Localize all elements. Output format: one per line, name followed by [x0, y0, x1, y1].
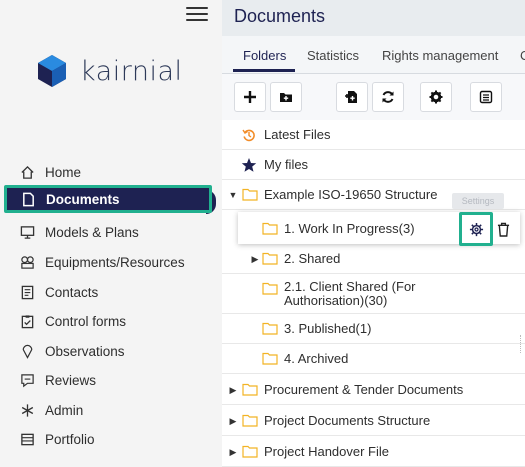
- sidebar-item-observations[interactable]: Observations: [0, 336, 222, 366]
- sidebar-item-label: Equipments/Resources: [45, 254, 185, 270]
- page-header: Documents: [222, 0, 525, 36]
- folder-icon: [262, 222, 278, 235]
- star-icon: [241, 157, 257, 172]
- tree-item-procurement[interactable]: ▶ Procurement & Tender Documents: [222, 375, 525, 405]
- folder-icon: [242, 414, 258, 427]
- sidebar-item-reviews[interactable]: Reviews: [0, 365, 222, 395]
- add-button[interactable]: [234, 82, 266, 112]
- tree-item-my-files[interactable]: My files: [222, 150, 525, 180]
- tab-more[interactable]: C: [520, 48, 525, 63]
- history-icon: [242, 129, 255, 141]
- sidebar-item-label: Observations: [45, 343, 125, 359]
- tree-item-latest-files[interactable]: Latest Files: [222, 120, 525, 150]
- folder-icon: [242, 445, 258, 458]
- page-title: Documents: [234, 6, 326, 26]
- clipboard-icon: [17, 311, 37, 331]
- tree-item-label: 3. Published(1): [284, 321, 372, 336]
- tree-item-client-shared[interactable]: 2.1. Client Shared (For Authorisation)(3…: [222, 274, 525, 314]
- tree-item-label: Project Handover File: [264, 444, 389, 459]
- tab-folders[interactable]: Folders: [243, 48, 286, 63]
- tree-item-label: 2. Shared: [284, 251, 341, 266]
- folder-settings-button[interactable]: [459, 212, 493, 246]
- tab-statistics[interactable]: Statistics: [307, 48, 359, 63]
- sidebar-item-equipments[interactable]: Equipments/Resources: [0, 247, 222, 277]
- document-icon: [18, 189, 38, 209]
- add-file-button[interactable]: [336, 82, 368, 112]
- folder-icon: [262, 322, 278, 335]
- folder-icon: [262, 252, 278, 265]
- tree-item-shared[interactable]: ▶ 2. Shared: [222, 244, 525, 274]
- sidebar-item-label: Portfolio: [45, 431, 95, 447]
- tree-item-label: 4. Archived: [284, 351, 349, 366]
- refresh-icon: [382, 91, 394, 103]
- pin-icon: [17, 341, 37, 361]
- caret-right-icon[interactable]: ▶: [228, 416, 238, 426]
- monitor-icon: [17, 222, 37, 242]
- sidebar-item-label: Home: [45, 164, 82, 180]
- caret-right-icon[interactable]: ▶: [228, 447, 238, 457]
- caret-right-icon[interactable]: ▶: [250, 254, 260, 264]
- gear-icon: [469, 222, 483, 236]
- tree-item-label: Project Documents Structure: [264, 413, 431, 428]
- tab-rights-management[interactable]: Rights management: [382, 48, 498, 63]
- sidebar-item-label: Reviews: [45, 372, 97, 388]
- add-file-icon: [345, 91, 357, 103]
- tree-item-label: Procurement & Tender Documents: [264, 382, 464, 397]
- settings-tooltip: Settings: [452, 193, 504, 209]
- caret-right-icon[interactable]: ▶: [228, 385, 238, 395]
- folder-icon: [262, 352, 278, 365]
- add-folder-button[interactable]: [270, 82, 302, 112]
- sidebar-item-label: Contacts: [45, 284, 99, 300]
- settings-button[interactable]: [420, 82, 452, 112]
- caret-down-icon[interactable]: ▼: [228, 190, 238, 200]
- sidebar-item-control-forms[interactable]: Control forms: [0, 306, 222, 336]
- sidebar-item-models-plans[interactable]: Models & Plans: [0, 217, 222, 247]
- sidebar-item-label: Admin: [45, 402, 84, 418]
- folder-icon: [242, 383, 258, 396]
- add-icon: [244, 91, 256, 103]
- refresh-button[interactable]: [372, 82, 404, 112]
- panel-resize-handle[interactable]: [520, 335, 523, 353]
- list-icon: [479, 90, 493, 104]
- asterisk-icon: [17, 400, 37, 420]
- add-folder-icon: [280, 93, 292, 102]
- sidebar-item-home[interactable]: Home: [0, 157, 222, 187]
- active-tab-indicator: [233, 69, 295, 72]
- tree-item-label: Example ISO-19650 Structure: [264, 187, 438, 202]
- settings-icon: [429, 90, 443, 104]
- list-view-button[interactable]: [470, 82, 502, 112]
- equipment-icon: [17, 252, 37, 272]
- sidebar-item-label: Documents: [46, 191, 120, 207]
- tree-item-published[interactable]: 3. Published(1): [222, 314, 525, 344]
- hamburger-menu-icon[interactable]: [186, 4, 208, 22]
- kairnial-logo-icon: [38, 55, 66, 87]
- delete-folder-button[interactable]: [494, 219, 512, 239]
- tree-item-project-handover[interactable]: ▶ Project Handover File: [222, 437, 525, 467]
- trash-icon: [497, 222, 509, 237]
- sidebar-item-label: Control forms: [45, 313, 127, 329]
- contacts-icon: [17, 282, 37, 302]
- sidebar-item-portfolio[interactable]: Portfolio: [0, 424, 222, 454]
- sidebar-item-documents[interactable]: Documents: [4, 185, 212, 213]
- tree-item-label: My files: [264, 157, 309, 172]
- review-icon: [17, 370, 37, 390]
- logo-text: kairnial: [80, 55, 183, 87]
- tree-item-archived[interactable]: 4. Archived: [222, 344, 525, 374]
- sidebar: kairnial Home Documents Models & Plans E…: [0, 0, 222, 467]
- home-icon: [17, 162, 37, 182]
- tree-item-project-documents[interactable]: ▶ Project Documents Structure: [222, 406, 525, 436]
- tree-item-label: Latest Files: [264, 127, 331, 142]
- tree-item-label: 1. Work In Progress(3): [284, 220, 415, 236]
- sidebar-item-contacts[interactable]: Contacts: [0, 277, 222, 307]
- sidebar-item-admin[interactable]: Admin: [0, 395, 222, 425]
- logo: kairnial: [36, 54, 183, 88]
- portfolio-icon: [17, 429, 37, 449]
- folder-icon: [262, 282, 278, 295]
- sidebar-item-label: Models & Plans: [45, 224, 139, 240]
- tree-item-label: 2.1. Client Shared (For Authorisation)(3…: [284, 279, 416, 308]
- folder-icon: [242, 188, 258, 201]
- toolbar: [222, 74, 525, 120]
